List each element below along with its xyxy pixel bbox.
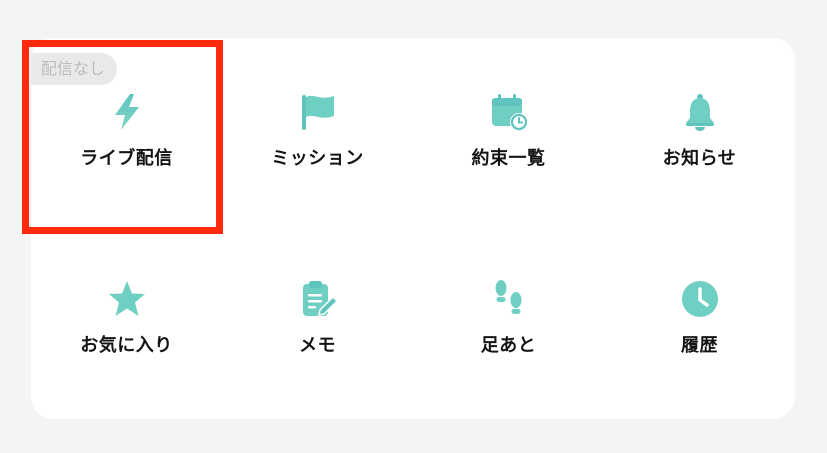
menu-item-history[interactable]: 履歴	[604, 229, 795, 379]
menu-item-label: お気に入り	[80, 335, 173, 356]
menu-item-label: 履歴	[681, 335, 718, 356]
menu-card: ライブ配信 ミッション 約束一覧 お知らせ お気に入り メモ 足あと 履歴	[31, 38, 795, 419]
clock-icon	[680, 279, 720, 319]
star-icon	[107, 279, 147, 319]
menu-item-memo[interactable]: メモ	[222, 229, 413, 379]
menu-item-mission[interactable]: ミッション	[222, 38, 413, 188]
calendar-clock-icon	[489, 92, 529, 132]
clipboard-pen-icon	[298, 279, 338, 319]
footprints-icon	[489, 279, 529, 319]
menu-item-label: ミッション	[271, 148, 364, 169]
lightning-icon	[107, 92, 147, 132]
menu-item-footprints[interactable]: 足あと	[413, 229, 604, 379]
flag-icon	[298, 92, 338, 132]
menu-item-label: ライブ配信	[80, 148, 173, 169]
menu-item-favorites[interactable]: お気に入り	[31, 229, 222, 379]
status-badge: 配信なし	[31, 53, 118, 85]
menu-item-promises[interactable]: 約束一覧	[413, 38, 604, 188]
menu-item-label: お知らせ	[662, 148, 737, 169]
menu-item-notifications[interactable]: お知らせ	[604, 38, 795, 188]
bell-icon	[680, 92, 720, 132]
menu-item-label: 約束一覧	[471, 148, 546, 169]
menu-item-label: メモ	[299, 335, 336, 356]
menu-item-label: 足あと	[480, 335, 537, 356]
